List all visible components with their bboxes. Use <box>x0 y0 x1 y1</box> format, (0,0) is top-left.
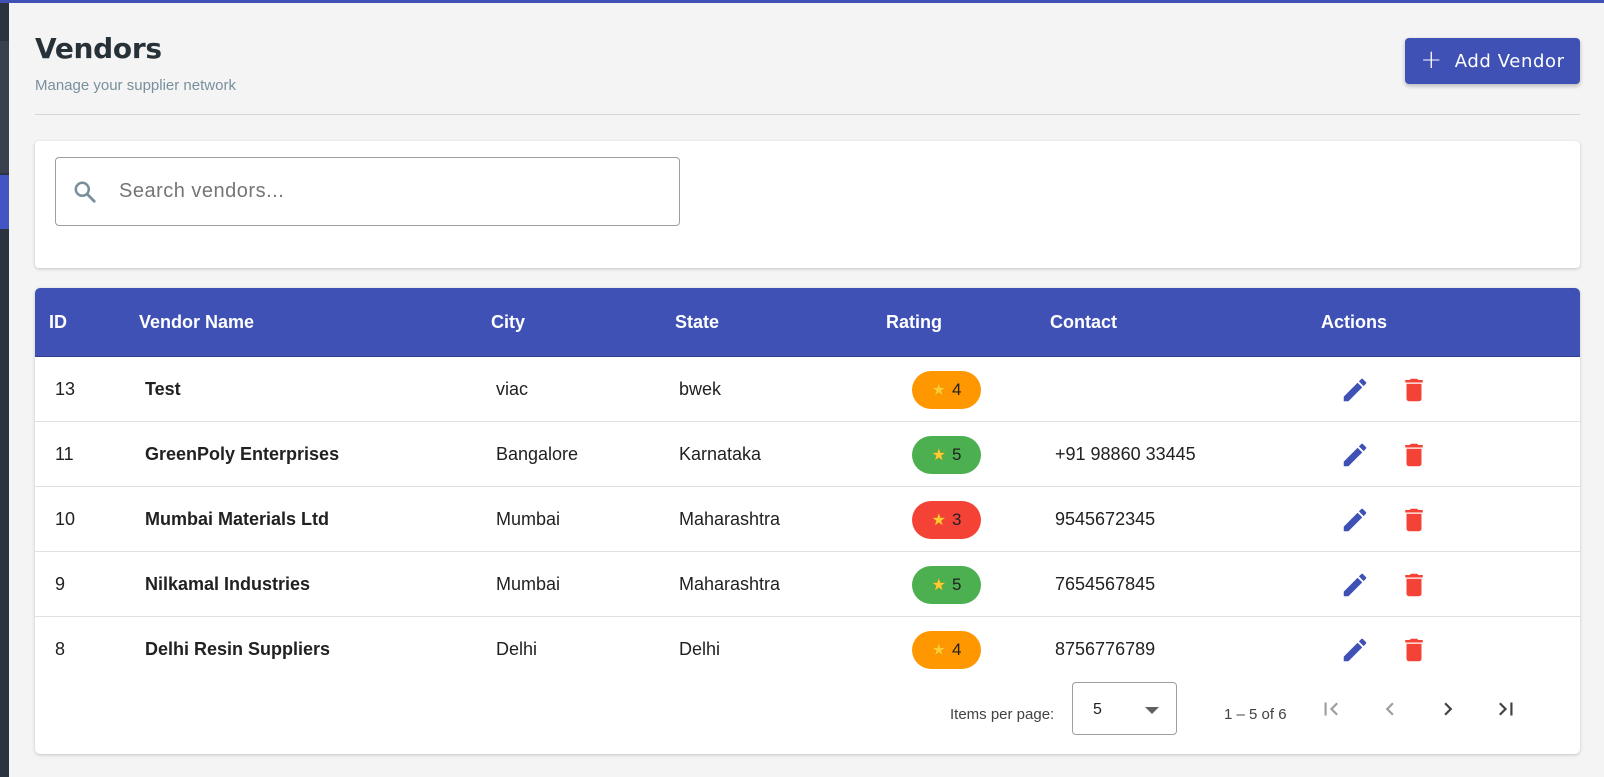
page-header: Vendors Manage your supplier network <box>35 32 236 94</box>
column-header-rating[interactable]: Rating <box>886 312 942 333</box>
add-vendor-button[interactable]: + Add Vendor <box>1405 38 1580 84</box>
cell-vendor-name: Mumbai Materials Ltd <box>145 509 330 529</box>
cell-state: bwek <box>679 379 722 399</box>
trash-icon[interactable] <box>1399 440 1429 470</box>
add-vendor-label: Add Vendor <box>1454 50 1565 72</box>
table-row: 11 GreenPoly Enterprises Bangalore Karna… <box>35 422 1580 487</box>
search-card <box>35 141 1580 268</box>
pencil-icon[interactable] <box>1340 635 1370 665</box>
top-accent-bar <box>0 0 1604 3</box>
star-icon: ★ <box>931 512 946 529</box>
page-title: Vendors <box>35 32 162 65</box>
sidebar-edge <box>0 3 9 777</box>
column-header-id[interactable]: ID <box>49 312 67 333</box>
table-row: 9 Nilkamal Industries Mumbai Maharashtra… <box>35 552 1580 617</box>
sidebar-edge-section <box>0 41 9 173</box>
column-header-vendor-name[interactable]: Vendor Name <box>139 312 254 333</box>
pencil-icon[interactable] <box>1340 505 1370 535</box>
star-icon: ★ <box>931 577 946 594</box>
column-header-state[interactable]: State <box>675 312 719 333</box>
star-icon: ★ <box>931 642 946 659</box>
paginator: Items per page: 5 1 – 5 of 6 <box>35 682 1580 752</box>
cell-city: viac <box>496 379 529 399</box>
cell-state: Delhi <box>679 639 721 659</box>
rating-badge: ★ 3 <box>912 501 981 539</box>
cell-city: Bangalore <box>496 444 579 464</box>
rating-badge: ★ 5 <box>912 436 981 474</box>
cell-vendor-name: GreenPoly Enterprises <box>145 444 340 464</box>
cell-state: Maharashtra <box>679 574 781 594</box>
column-header-actions: Actions <box>1321 312 1388 332</box>
cell-city: Delhi <box>496 639 538 659</box>
trash-icon[interactable] <box>1399 570 1429 600</box>
search-input[interactable] <box>119 180 639 203</box>
cell-id: 11 <box>55 444 74 464</box>
table-row: 13 Test viac bwek ★ 4 <box>35 357 1580 422</box>
rating-value: 4 <box>951 380 962 399</box>
rating-badge: ★ 4 <box>912 631 981 669</box>
first-page-icon[interactable] <box>1318 696 1344 722</box>
items-per-page-label: Items per page: <box>950 706 1055 723</box>
cell-city: Mumbai <box>496 574 561 594</box>
pencil-icon[interactable] <box>1340 440 1370 470</box>
star-icon: ★ <box>931 382 946 399</box>
page-range-label: 1 – 5 of 6 <box>1224 706 1287 723</box>
trash-icon[interactable] <box>1399 505 1429 535</box>
last-page-icon[interactable] <box>1493 696 1519 722</box>
cell-vendor-name: Test <box>145 379 181 399</box>
cell-id: 10 <box>55 509 76 529</box>
cell-contact: +91 98860 33445 <box>1055 444 1196 464</box>
cell-vendor-name: Nilkamal Industries <box>145 574 311 594</box>
cell-id: 13 <box>55 379 76 399</box>
cell-contact: 9545672345 <box>1055 509 1156 529</box>
rating-badge: ★ 5 <box>912 566 981 604</box>
cell-state: Maharashtra <box>679 509 781 529</box>
plus-icon: + <box>1420 44 1443 75</box>
cell-contact: 7654567845 <box>1055 574 1156 594</box>
table-row: 10 Mumbai Materials Ltd Mumbai Maharasht… <box>35 487 1580 552</box>
rating-badge: ★ 4 <box>912 371 981 409</box>
search-field[interactable] <box>55 157 680 226</box>
search-icon <box>74 181 96 203</box>
column-header-contact[interactable]: Contact <box>1050 312 1117 333</box>
column-header-city[interactable]: City <box>491 312 525 333</box>
trash-icon[interactable] <box>1399 375 1429 405</box>
table-header: ID Vendor Name City State Rating Contact… <box>35 288 1580 357</box>
cell-city: Mumbai <box>496 509 561 529</box>
sidebar-edge-active-item[interactable] <box>0 175 9 229</box>
cell-id: 9 <box>55 574 66 594</box>
chevron-left-icon[interactable] <box>1377 696 1403 722</box>
chevron-right-icon[interactable] <box>1435 696 1461 722</box>
rating-value: 3 <box>951 510 962 529</box>
rating-value: 5 <box>951 575 962 594</box>
star-icon: ★ <box>931 447 946 464</box>
trash-icon[interactable] <box>1399 635 1429 665</box>
rating-value: 4 <box>951 640 962 659</box>
page-size-select[interactable]: 5 <box>1072 682 1177 735</box>
page-subtitle: Manage your supplier network <box>35 77 236 94</box>
pencil-icon[interactable] <box>1340 570 1370 600</box>
rating-value: 5 <box>951 445 962 464</box>
cell-state: Karnataka <box>679 444 762 464</box>
header-divider <box>35 114 1580 115</box>
cell-id: 8 <box>55 639 66 659</box>
vendors-table: ID Vendor Name City State Rating Contact… <box>35 288 1580 754</box>
chevron-down-icon <box>1145 707 1159 714</box>
page-size-value: 5 <box>1093 701 1102 718</box>
table-row: 8 Delhi Resin Suppliers Delhi Delhi ★ 4 … <box>35 617 1580 682</box>
cell-contact: 8756776789 <box>1055 639 1156 659</box>
pencil-icon[interactable] <box>1340 375 1370 405</box>
cell-vendor-name: Delhi Resin Suppliers <box>145 639 331 659</box>
